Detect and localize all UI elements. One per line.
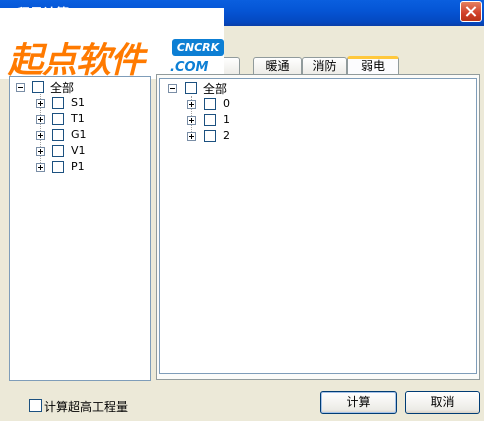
checkbox[interactable] bbox=[52, 129, 64, 141]
logo-badge: CNCRK bbox=[172, 39, 224, 56]
expand-icon[interactable] bbox=[36, 147, 45, 156]
tree-item[interactable]: S1 bbox=[36, 95, 136, 111]
collapse-icon[interactable] bbox=[16, 83, 25, 92]
tree-item-label: V1 bbox=[71, 144, 86, 157]
checkbox[interactable] bbox=[204, 98, 216, 110]
tree-root-all[interactable]: 全部 bbox=[16, 79, 146, 95]
expand-icon[interactable] bbox=[36, 131, 45, 140]
expand-icon[interactable] bbox=[187, 132, 196, 141]
expand-icon[interactable] bbox=[36, 163, 45, 172]
tree-root-label: 全部 bbox=[203, 82, 228, 96]
calculate-button[interactable]: 计算 bbox=[320, 391, 397, 414]
tab-low-voltage[interactable]: 弱电 bbox=[347, 56, 399, 75]
tree-item[interactable]: P1 bbox=[36, 159, 136, 175]
checkbox[interactable] bbox=[32, 81, 44, 93]
close-button[interactable] bbox=[460, 1, 482, 22]
tab-label: 暖通 bbox=[265, 59, 290, 73]
checkbox[interactable] bbox=[204, 114, 216, 126]
logo-domain: .COM bbox=[170, 60, 209, 75]
tree-item-label: P1 bbox=[71, 160, 85, 173]
cancel-button[interactable]: 取消 bbox=[405, 391, 480, 414]
tree-item-label: 2 bbox=[223, 129, 230, 142]
calc-overheight-checkbox[interactable] bbox=[29, 399, 42, 412]
tab-label: 消防 bbox=[312, 59, 337, 73]
floor-tree-panel[interactable]: 全部 S1 T1 G1 V1 P1 bbox=[9, 76, 151, 381]
checkbox[interactable] bbox=[52, 113, 64, 125]
collapse-icon[interactable] bbox=[168, 84, 177, 93]
checkbox[interactable] bbox=[204, 130, 216, 142]
expand-icon[interactable] bbox=[187, 100, 196, 109]
tree-item[interactable]: T1 bbox=[36, 111, 136, 127]
checkbox[interactable] bbox=[52, 161, 64, 173]
tree-item[interactable]: 1 bbox=[187, 112, 287, 128]
tree-item-label: S1 bbox=[71, 96, 85, 109]
tab-hvac[interactable]: 暖通 bbox=[253, 57, 302, 75]
calculate-button-label: 计算 bbox=[346, 395, 371, 409]
tree-root-all[interactable]: 全部 bbox=[168, 80, 298, 96]
tree-item-label: 1 bbox=[223, 113, 230, 126]
tree-item[interactable]: V1 bbox=[36, 143, 136, 159]
checkbox[interactable] bbox=[52, 97, 64, 109]
tree-item[interactable]: 0 bbox=[187, 96, 287, 112]
tree-item[interactable]: G1 bbox=[36, 127, 136, 143]
tree-item-label: G1 bbox=[71, 128, 87, 141]
tree-root-label: 全部 bbox=[50, 81, 75, 95]
calc-overheight-label[interactable]: 计算超高工程量 bbox=[44, 398, 128, 415]
tab-fire[interactable]: 消防 bbox=[302, 57, 347, 75]
checkbox[interactable] bbox=[185, 82, 197, 94]
checkbox[interactable] bbox=[52, 145, 64, 157]
tab-label: 弱电 bbox=[360, 59, 385, 73]
tree-item-label: 0 bbox=[223, 97, 230, 110]
expand-icon[interactable] bbox=[187, 116, 196, 125]
tree-item[interactable]: 2 bbox=[187, 128, 287, 144]
cancel-button-label: 取消 bbox=[430, 395, 455, 409]
expand-icon[interactable] bbox=[36, 99, 45, 108]
tree-item-label: T1 bbox=[71, 112, 85, 125]
expand-icon[interactable] bbox=[36, 115, 45, 124]
system-tree-panel[interactable]: 全部 0 1 2 bbox=[159, 78, 477, 374]
watermark-logo: 起点软件 CNCRK .COM bbox=[0, 8, 224, 81]
